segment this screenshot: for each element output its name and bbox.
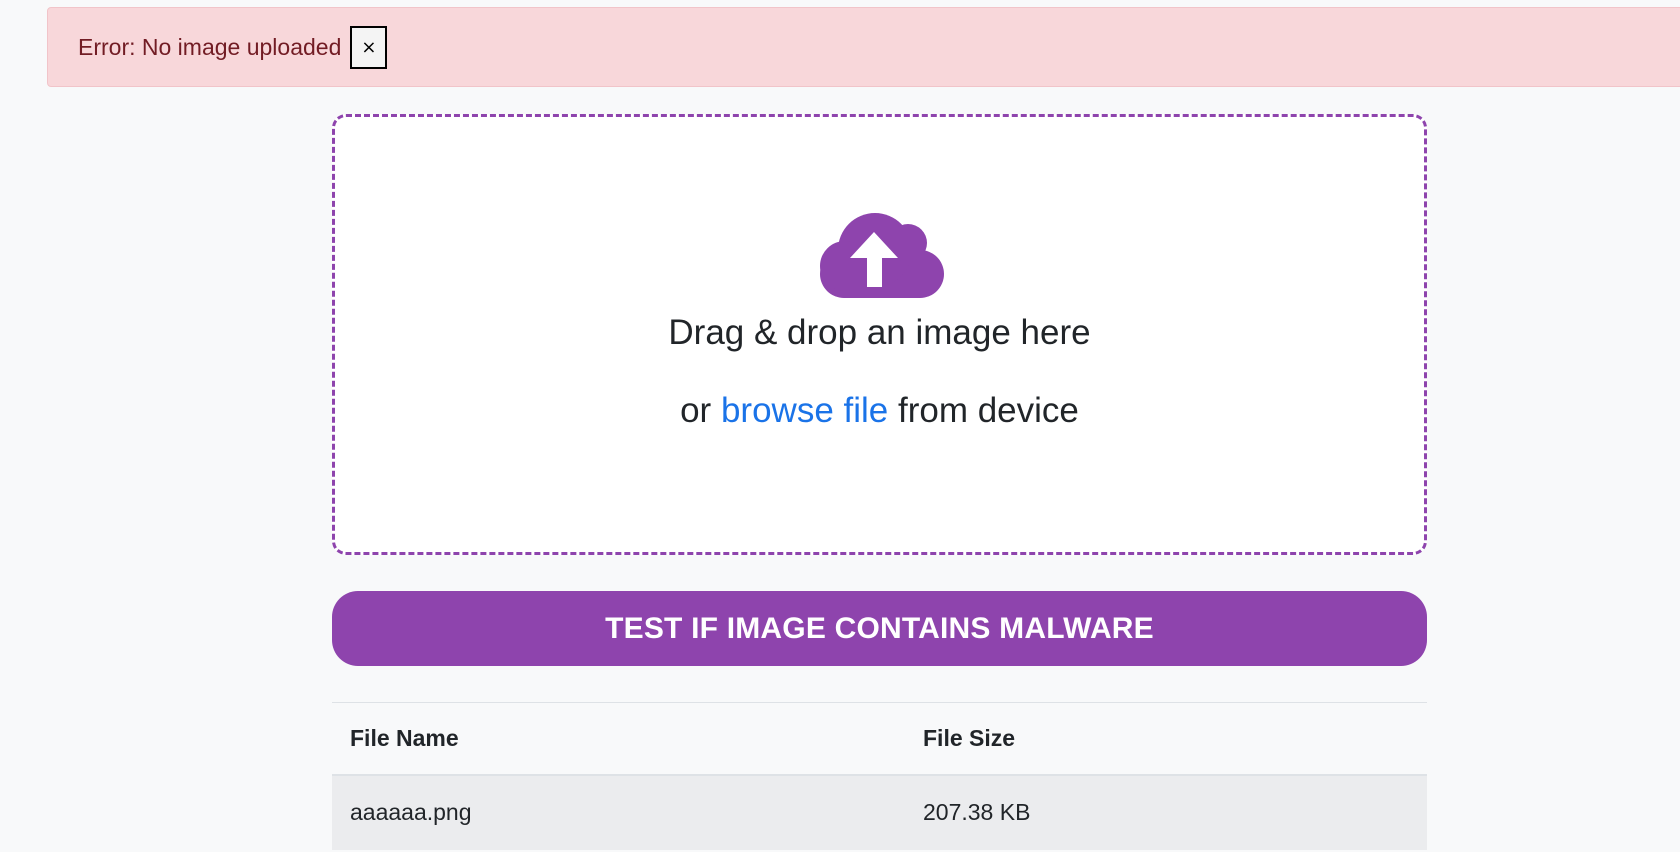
table-header-row: File Name File Size: [332, 702, 1427, 775]
test-malware-button[interactable]: TEST IF IMAGE CONTAINS MALWARE: [332, 591, 1427, 666]
file-name-cell: aaaaaa.png: [350, 799, 472, 825]
column-header-file-name: File Name: [350, 724, 459, 751]
or-text: or: [680, 391, 712, 430]
file-table: File Name File Size aaaaaa.png 207.38 KB: [332, 702, 1427, 850]
image-dropzone[interactable]: Drag & drop an image here or browse file…: [332, 114, 1427, 555]
from-device-text: from device: [897, 391, 1079, 430]
error-message: Error: No image uploaded: [78, 33, 342, 60]
browse-file-link[interactable]: browse file: [721, 391, 888, 430]
table-row: aaaaaa.png 207.38 KB: [332, 774, 1427, 850]
column-header-file-size: File Size: [923, 724, 1016, 751]
close-alert-button[interactable]: ×: [350, 25, 388, 69]
error-alert: Error: No image uploaded ×: [47, 7, 1680, 87]
drag-drop-text: Drag & drop an image here: [668, 313, 1091, 352]
browse-line: or browse file from device: [335, 389, 1424, 433]
cloud-upload-icon: [820, 213, 944, 298]
file-size-cell: 207.38 KB: [923, 799, 1031, 825]
